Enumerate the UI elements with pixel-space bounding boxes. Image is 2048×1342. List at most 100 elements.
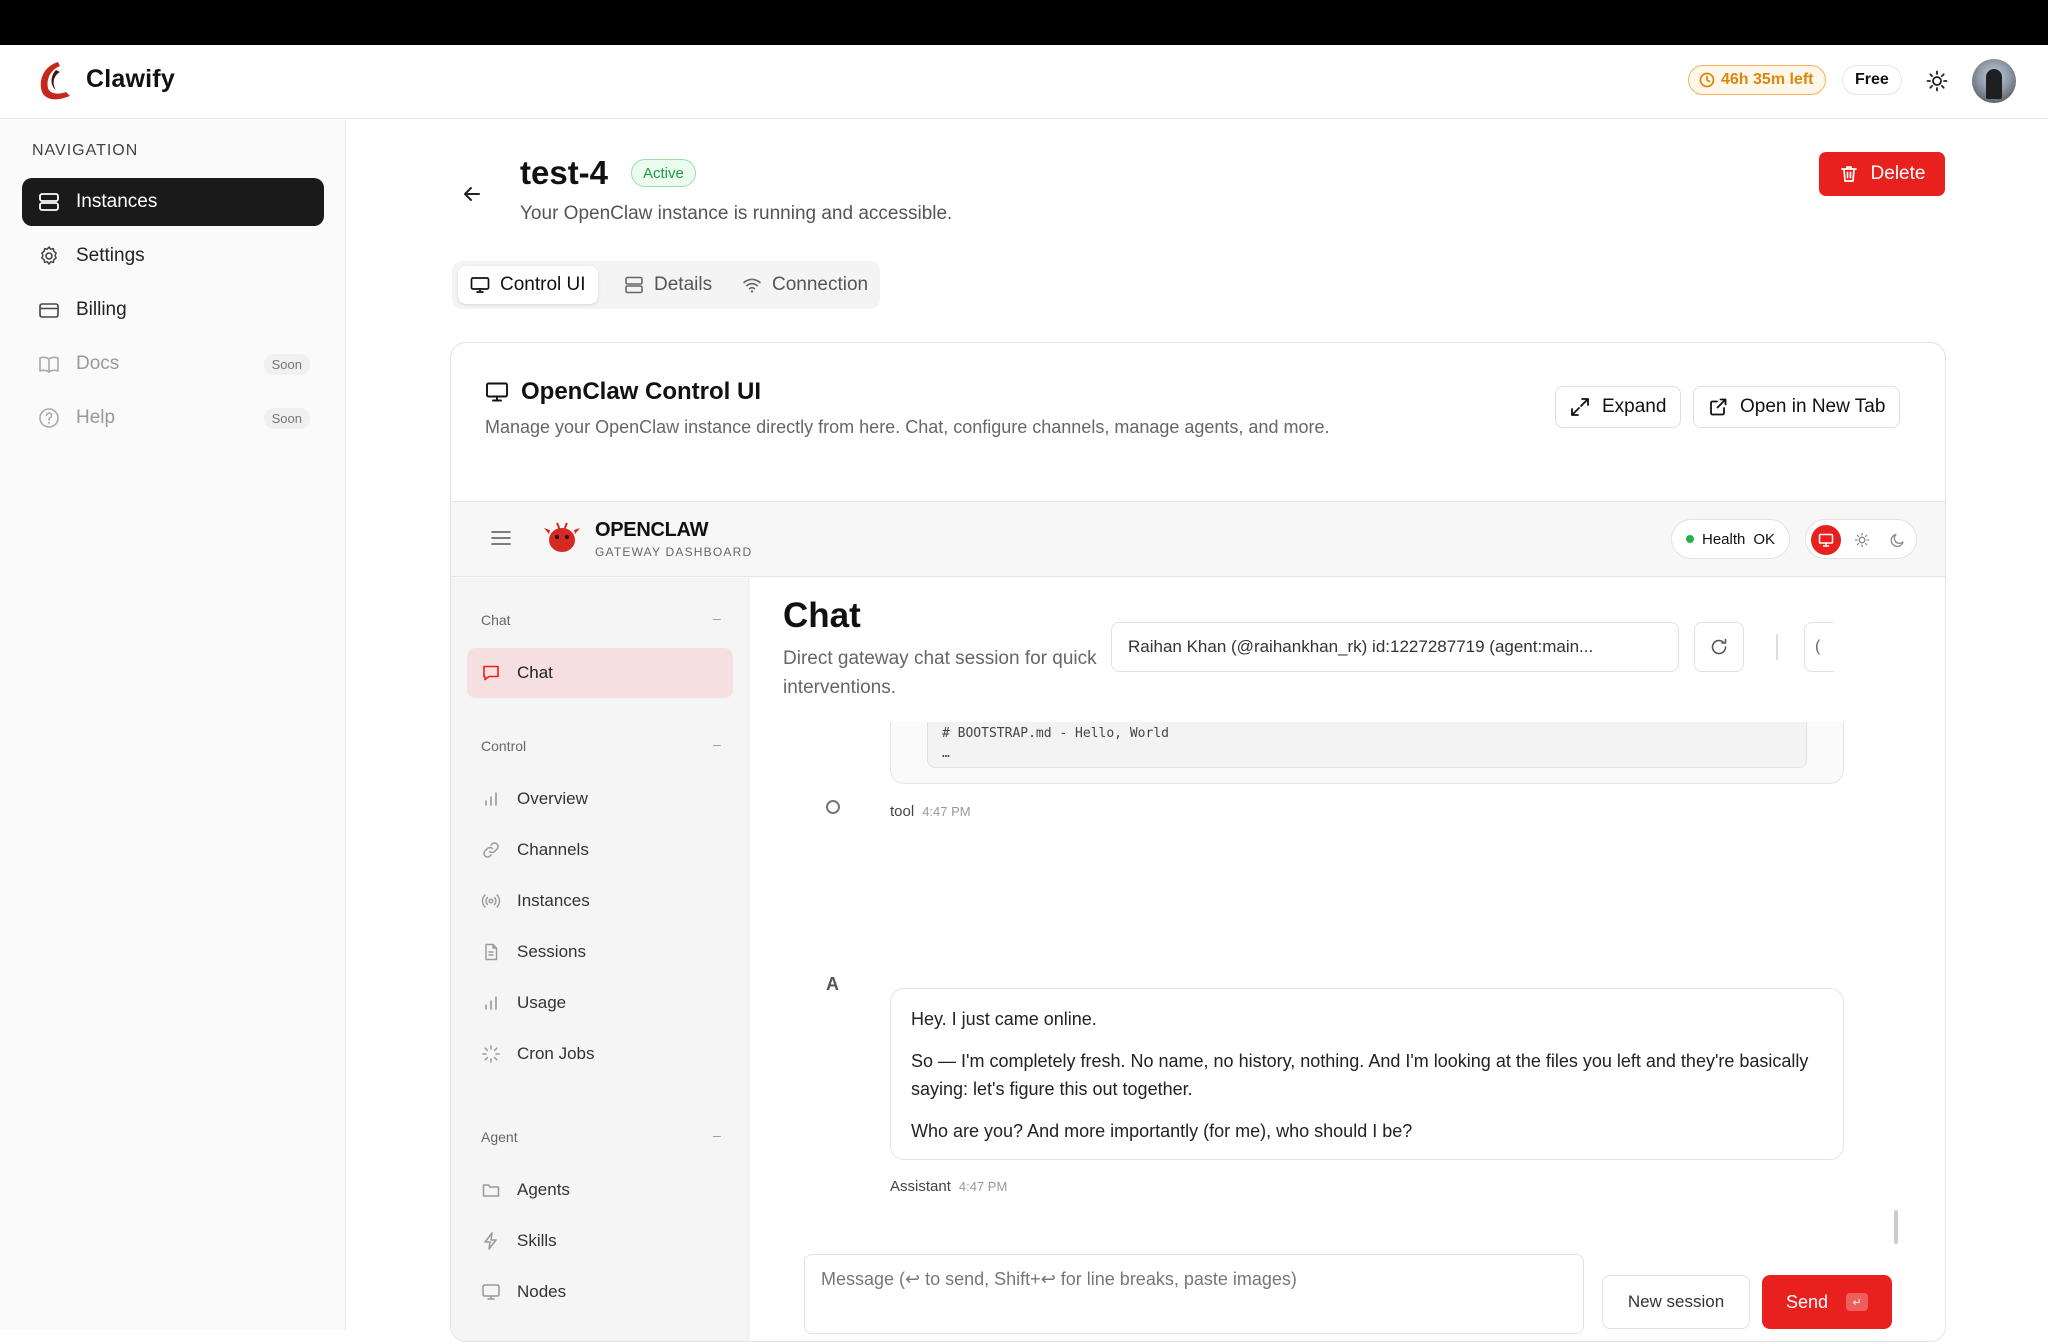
- nav-item-cron-jobs[interactable]: Cron Jobs: [467, 1029, 733, 1079]
- health-label: Health: [1702, 530, 1746, 548]
- sidebar-item-label: Help: [76, 407, 116, 428]
- file-icon: [481, 942, 501, 962]
- code-line: …: [942, 746, 950, 761]
- clock-icon: [1699, 72, 1715, 88]
- refresh-button[interactable]: [1694, 622, 1744, 672]
- sidebar-item-help[interactable]: Help Soon: [22, 394, 324, 442]
- collapse-toggle[interactable]: –: [713, 736, 721, 752]
- collapse-toggle[interactable]: –: [713, 1127, 721, 1143]
- user-avatar[interactable]: [1972, 59, 2016, 103]
- nav-item-label: Cron Jobs: [517, 1044, 595, 1063]
- assistant-message-meta: Assistant 4:47 PM: [890, 1178, 1007, 1195]
- send-button[interactable]: Send ↵: [1762, 1275, 1892, 1329]
- brand-name[interactable]: Clawify: [86, 65, 175, 94]
- health-value: OK: [1753, 530, 1776, 548]
- soon-badge: Soon: [263, 354, 310, 375]
- new-session-button[interactable]: New session: [1602, 1275, 1750, 1329]
- monitor-icon: [1818, 533, 1834, 547]
- tool-message-meta: tool 4:47 PM: [890, 803, 971, 820]
- dark-theme-button[interactable]: [1883, 525, 1913, 555]
- nav-item-label: Skills: [517, 1231, 557, 1250]
- sender-name: Assistant: [890, 1178, 951, 1195]
- trial-timer-badge: 46h 35m left: [1688, 65, 1827, 95]
- refresh-icon: [1711, 638, 1727, 655]
- open-new-tab-button[interactable]: Open in New Tab: [1693, 386, 1901, 428]
- server-icon: [625, 276, 643, 294]
- scrollbar-thumb[interactable]: [1894, 1210, 1898, 1244]
- credit-card-icon: [38, 299, 60, 321]
- sun-icon: [1854, 532, 1870, 548]
- hamburger-menu-icon[interactable]: [491, 530, 511, 546]
- back-arrow-icon[interactable]: [460, 182, 484, 206]
- external-link-icon: [1710, 398, 1727, 416]
- bar-chart-icon: [481, 993, 501, 1013]
- timer-text: 46h 35m left: [1721, 71, 1814, 88]
- nav-item-instances[interactable]: Instances: [467, 876, 733, 926]
- tab-connection[interactable]: Connection: [730, 266, 880, 304]
- sidebar-item-instances[interactable]: Instances: [22, 178, 324, 226]
- tab-control-ui[interactable]: Control UI: [458, 266, 598, 304]
- nav-item-label: Agents: [517, 1180, 570, 1199]
- chat-title: Chat: [783, 596, 861, 635]
- message-icon: [481, 663, 501, 683]
- nav-item-overview[interactable]: Overview: [467, 774, 733, 824]
- message-paragraph: So — I'm completely fresh. No name, no h…: [911, 1051, 1809, 1099]
- nav-item-label: Instances: [517, 891, 590, 910]
- folder-icon: [481, 1180, 501, 1200]
- tab-details[interactable]: Details: [612, 266, 724, 304]
- card-title: OpenClaw Control UI: [485, 378, 761, 406]
- collapse-toggle[interactable]: –: [713, 610, 721, 626]
- nav-section-agent[interactable]: Agent: [481, 1129, 518, 1145]
- moon-icon: [1890, 533, 1904, 548]
- nav-section-chat[interactable]: Chat: [481, 612, 511, 628]
- nav-item-label: Sessions: [517, 942, 586, 961]
- nav-item-agents[interactable]: Agents: [467, 1165, 733, 1215]
- dashboard-name: OPENCLAW: [595, 519, 709, 541]
- link-icon: [481, 840, 501, 860]
- send-label: Send: [1785, 1291, 1829, 1312]
- dashboard-subtitle: GATEWAY DASHBOARD: [595, 545, 753, 559]
- sidebar-item-docs[interactable]: Docs Soon: [22, 340, 324, 388]
- nav-item-channels[interactable]: Channels: [467, 825, 733, 875]
- dashboard-nav: Chat – Chat Control – Overview Channels: [451, 578, 749, 1341]
- nav-item-sessions[interactable]: Sessions: [467, 927, 733, 977]
- sidebar-item-label: Billing: [76, 299, 127, 320]
- sidebar-item-settings[interactable]: Settings: [22, 232, 324, 280]
- session-select[interactable]: Raihan Khan (@raihankhan_rk) id:12272877…: [1111, 622, 1679, 672]
- clipped-toolbar-button[interactable]: (: [1804, 622, 1834, 672]
- message-paragraph: Hey. I just came online.: [911, 1009, 1097, 1029]
- tool-avatar-icon: [826, 800, 840, 814]
- system-theme-button[interactable]: [1811, 525, 1841, 555]
- open-new-tab-label: Open in New Tab: [1740, 396, 1886, 417]
- chat-subtitle: Direct gateway chat session for quick in…: [783, 648, 1097, 698]
- expand-button[interactable]: Expand: [1555, 386, 1682, 428]
- message-input[interactable]: Message (↩ to send, Shift+↩ for line bre…: [804, 1254, 1584, 1334]
- delete-button[interactable]: Delete: [1819, 152, 1945, 196]
- expand-label: Expand: [1602, 396, 1667, 417]
- message-time: 4:47 PM: [922, 804, 971, 819]
- theme-toggle-button[interactable]: [1922, 66, 1952, 96]
- expand-icon: [1571, 398, 1589, 416]
- instance-description: Your OpenClaw instance is running and ac…: [520, 203, 953, 224]
- nav-section-control[interactable]: Control: [481, 738, 526, 754]
- help-circle-icon: [38, 407, 60, 429]
- nav-item-usage[interactable]: Usage: [467, 978, 733, 1028]
- assistant-message-bubble: Hey. I just came online. So — I'm comple…: [890, 988, 1844, 1160]
- openclaw-logo: [544, 522, 580, 552]
- tool-message-bubble: # BOOTSTRAP.md - Hello, World …: [890, 722, 1844, 784]
- sidebar-item-billing[interactable]: Billing: [22, 286, 324, 334]
- monitor-icon: [481, 1282, 501, 1302]
- code-line: # BOOTSTRAP.md - Hello, World: [942, 726, 1169, 741]
- monitor-icon: [486, 382, 508, 402]
- embedded-dashboard: OPENCLAW GATEWAY DASHBOARD Health OK Cha…: [451, 501, 1945, 1341]
- nav-item-chat[interactable]: Chat: [467, 648, 733, 698]
- nav-item-nodes[interactable]: Nodes: [467, 1267, 733, 1317]
- sidebar-item-label: Docs: [76, 353, 120, 374]
- tab-label: Connection: [772, 274, 869, 295]
- message-paragraph: Who are you? And more importantly (for m…: [911, 1121, 1413, 1141]
- assistant-avatar: A: [826, 974, 839, 994]
- health-dot: [1686, 535, 1694, 543]
- light-theme-button[interactable]: [1847, 525, 1877, 555]
- nav-item-skills[interactable]: Skills: [467, 1216, 733, 1266]
- clawify-logo: [40, 62, 70, 100]
